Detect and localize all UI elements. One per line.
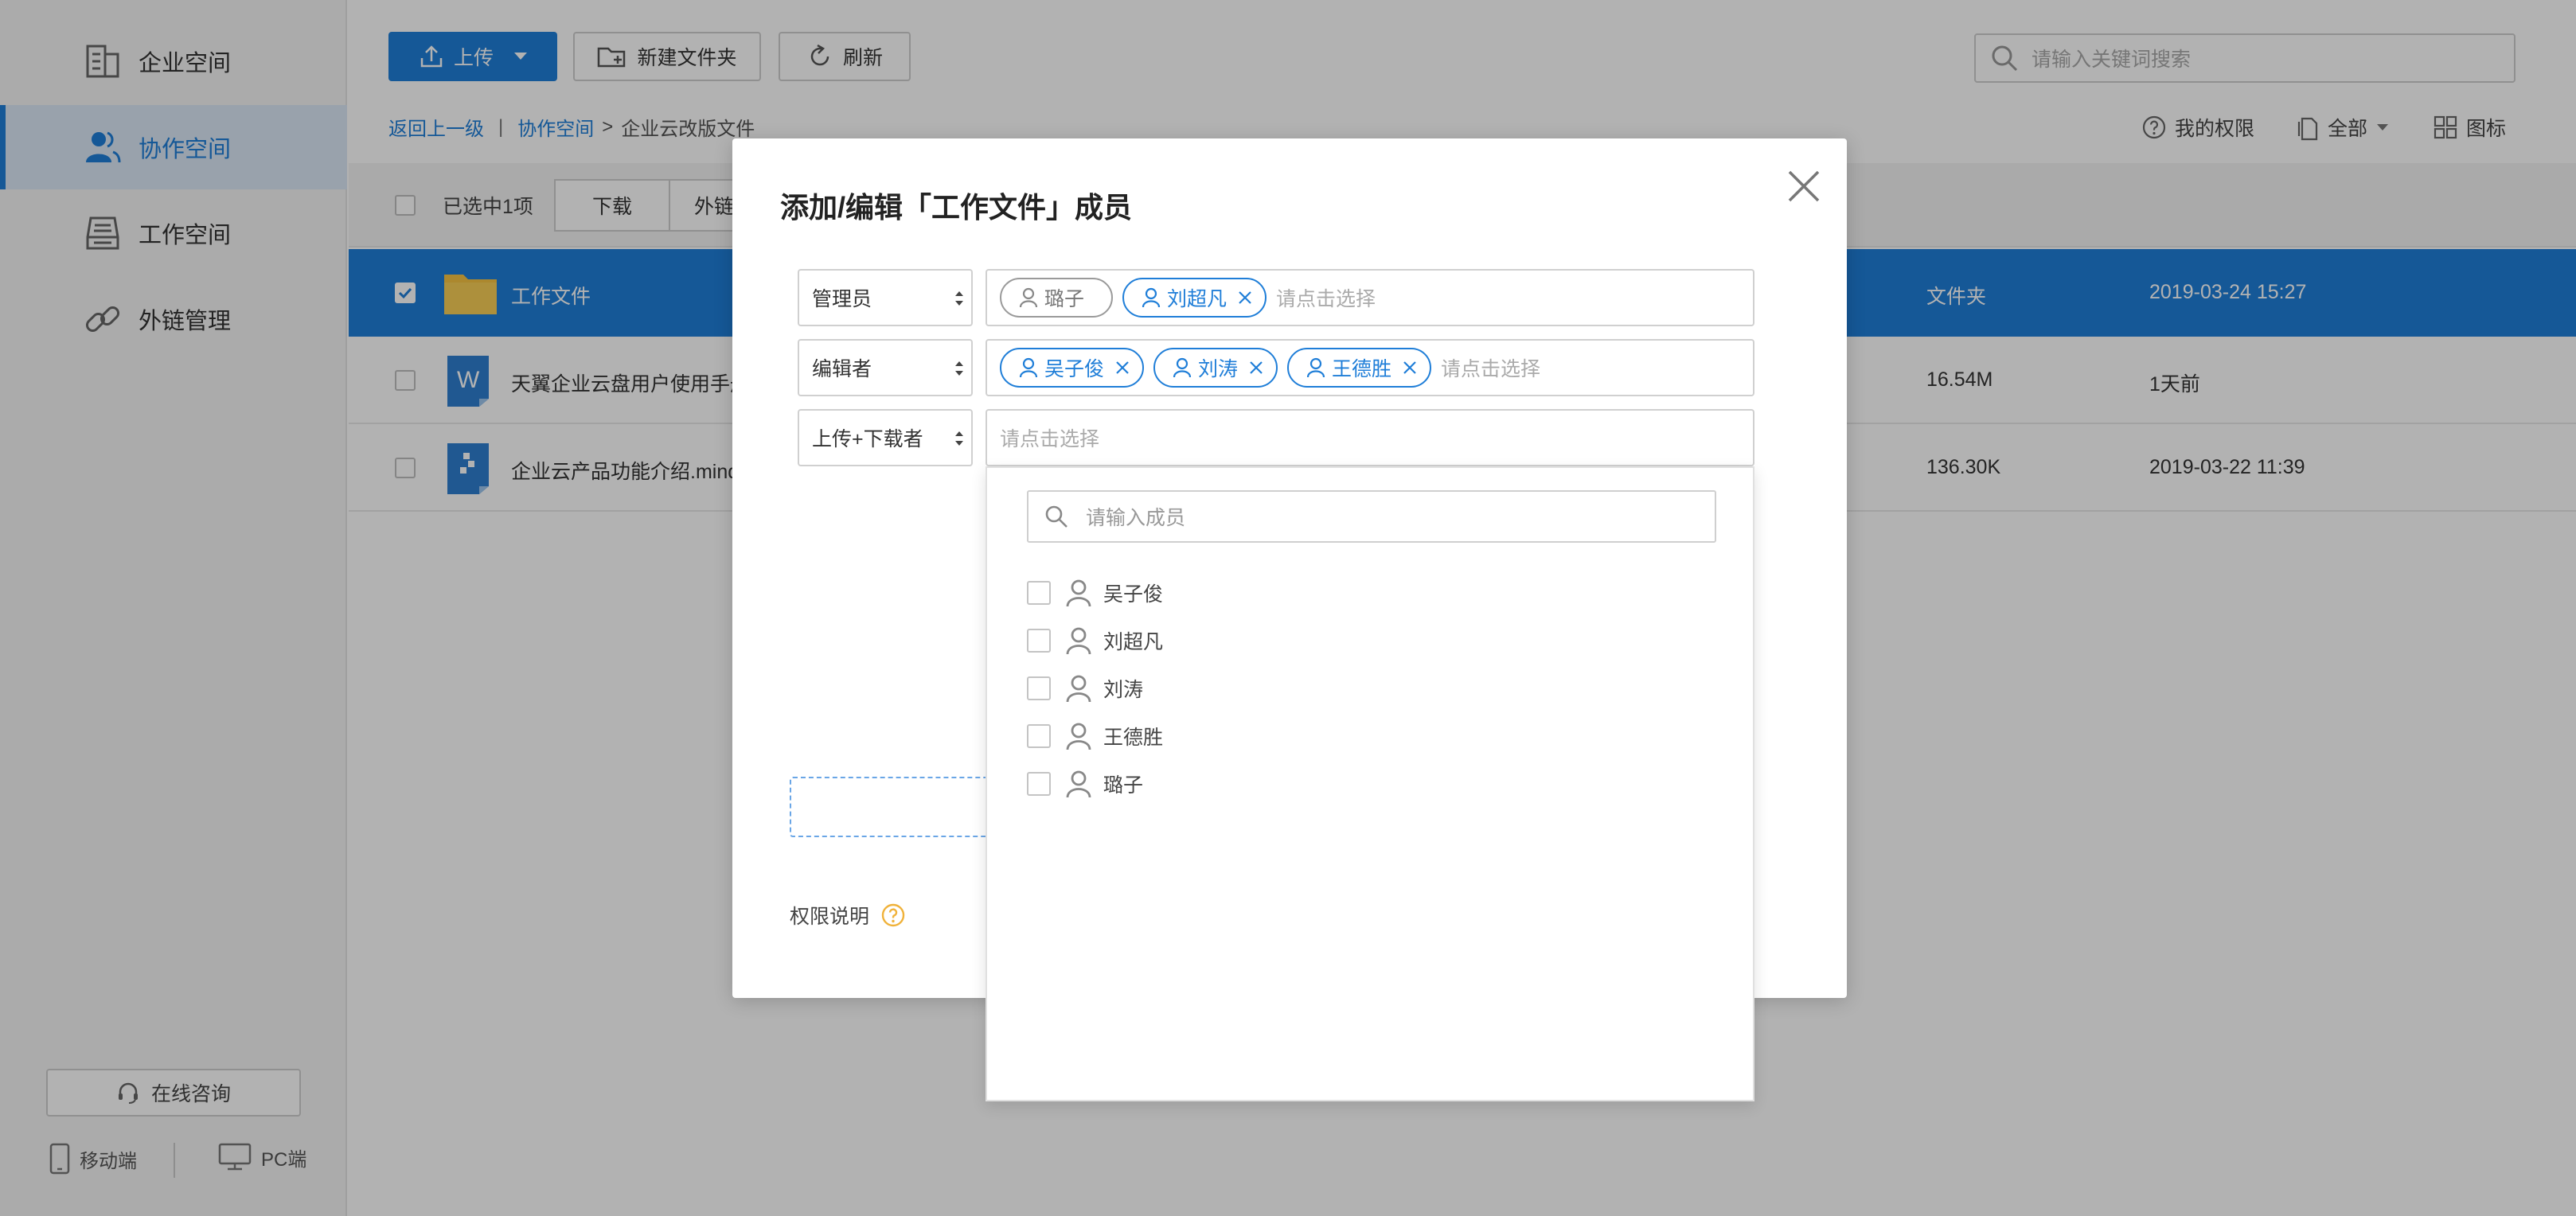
member-tag: 刘涛 — [1153, 348, 1278, 388]
permission-note-label: 权限说明 — [790, 906, 870, 928]
member-tag: 璐子 — [1000, 278, 1114, 318]
select-placeholder: 请点击选择 — [1441, 358, 1541, 380]
user-icon — [1066, 770, 1091, 798]
member-option-checkbox[interactable] — [1027, 581, 1051, 605]
member-option[interactable]: 王德胜 — [1027, 716, 1163, 756]
member-tag: 王德胜 — [1287, 348, 1432, 388]
select-arrows-icon — [955, 431, 963, 446]
member-option[interactable]: 璐子 — [1027, 764, 1143, 804]
user-icon — [1066, 627, 1091, 655]
member-search-placeholder: 请输入成员 — [1086, 507, 1186, 529]
member-tag-name: 王德胜 — [1332, 358, 1392, 380]
permission-note[interactable]: 权限说明 — [790, 901, 906, 930]
role-select-value: 编辑者 — [812, 358, 872, 380]
member-option-name: 璐子 — [1103, 774, 1144, 797]
member-tag-name: 刘涛 — [1198, 358, 1239, 380]
user-icon — [1066, 579, 1091, 607]
close-icon[interactable] — [1782, 164, 1826, 209]
remove-tag-icon[interactable] — [1403, 361, 1417, 375]
member-option-checkbox[interactable] — [1027, 629, 1051, 653]
user-icon — [1066, 675, 1091, 703]
user-icon — [1019, 357, 1038, 378]
member-option[interactable]: 刘涛 — [1027, 668, 1143, 708]
select-arrows-icon — [955, 291, 963, 306]
member-tag-name: 刘超凡 — [1167, 288, 1228, 310]
remove-tag-icon[interactable] — [1249, 361, 1263, 375]
member-tag: 刘超凡 — [1122, 278, 1267, 318]
member-option[interactable]: 吴子俊 — [1027, 573, 1163, 613]
role-select-value: 上传+下载者 — [812, 428, 923, 450]
remove-tag-icon[interactable] — [1238, 290, 1252, 305]
user-icon — [1142, 287, 1161, 308]
user-icon — [1306, 357, 1325, 378]
help-circle-icon[interactable] — [880, 902, 906, 928]
select-placeholder: 请点击选择 — [1000, 428, 1100, 450]
user-icon — [1173, 357, 1192, 378]
member-picker-dropdown: 请输入成员 吴子俊 刘超凡 刘涛 王德胜 璐子 — [986, 466, 1754, 1101]
user-icon — [1019, 287, 1038, 308]
member-option-name: 刘超凡 — [1103, 631, 1164, 653]
select-arrows-icon — [955, 361, 963, 376]
role-select-editor[interactable]: 编辑者 — [798, 339, 973, 396]
select-placeholder: 请点击选择 — [1276, 288, 1376, 310]
uploader-members-field[interactable]: 请点击选择 — [986, 409, 1754, 466]
role-select-admin[interactable]: 管理员 — [798, 269, 973, 326]
member-tag-name: 璐子 — [1044, 288, 1085, 310]
search-icon — [1045, 505, 1067, 528]
member-option-name: 吴子俊 — [1103, 583, 1164, 606]
add-role-row-area[interactable] — [790, 777, 997, 837]
user-icon — [1066, 723, 1091, 750]
member-option-checkbox[interactable] — [1027, 676, 1051, 700]
member-option-name: 王德胜 — [1103, 727, 1164, 749]
remove-tag-icon[interactable] — [1115, 361, 1130, 375]
admin-members-field[interactable]: 璐子 刘超凡 请点击选择 — [986, 269, 1754, 326]
member-option-name: 刘涛 — [1103, 679, 1144, 701]
member-option-checkbox[interactable] — [1027, 772, 1051, 796]
role-select-value: 管理员 — [812, 288, 872, 310]
role-select-uploader[interactable]: 上传+下载者 — [798, 409, 973, 466]
member-tag-name: 吴子俊 — [1044, 358, 1105, 380]
dialog-title: 添加/编辑「工作文件」成员 — [780, 191, 1133, 224]
member-tag: 吴子俊 — [1000, 348, 1145, 388]
member-search-input[interactable]: 请输入成员 — [1027, 490, 1716, 543]
member-option[interactable]: 刘超凡 — [1027, 621, 1163, 661]
member-option-checkbox[interactable] — [1027, 724, 1051, 748]
editor-members-field[interactable]: 吴子俊 刘涛 王德胜 请点击选择 — [986, 339, 1754, 396]
